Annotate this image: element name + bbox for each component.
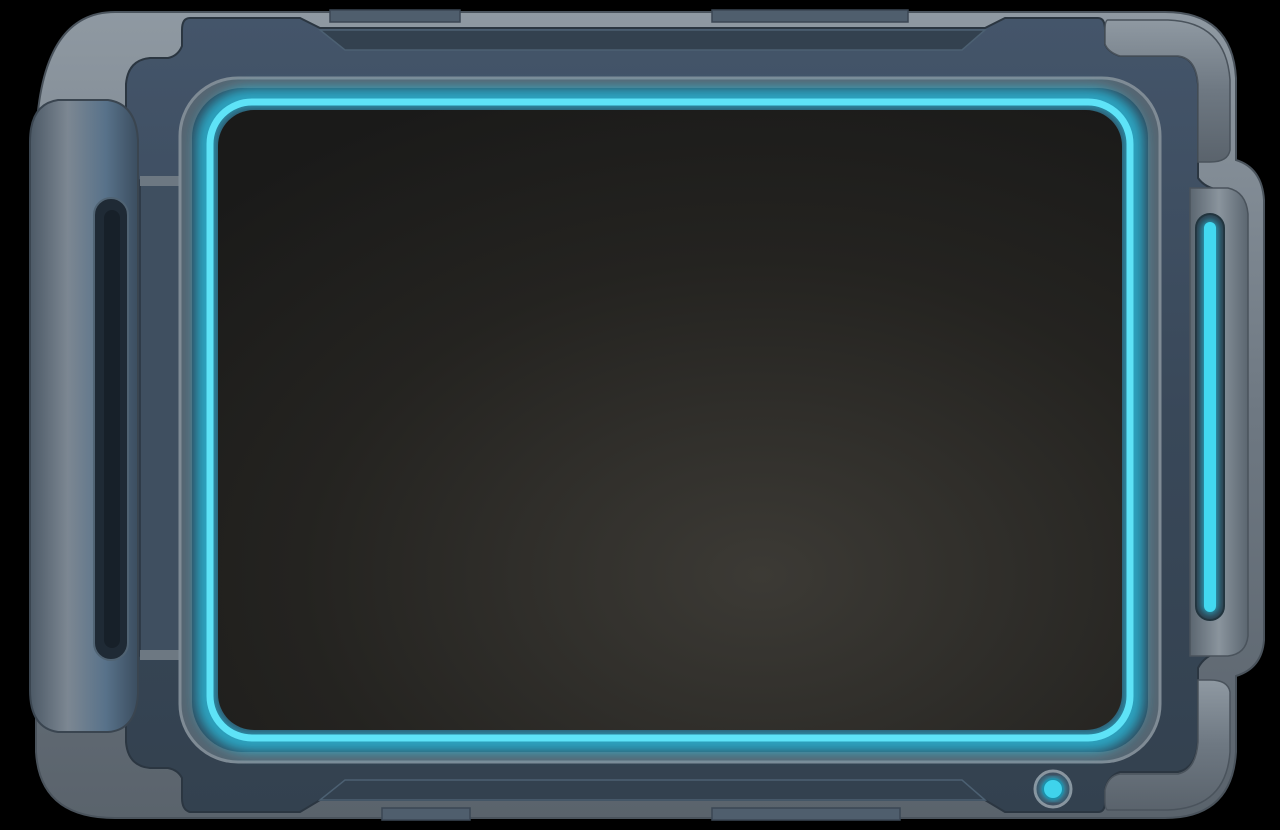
- light-bar-icon: [1204, 222, 1216, 612]
- top-recess: [317, 29, 988, 51]
- screen-surface: [218, 110, 1122, 730]
- bottom-recess: [317, 779, 988, 801]
- circle-button-icon[interactable]: [1042, 778, 1064, 800]
- top-tab-left: [329, 9, 461, 23]
- handle-slot-inner: [104, 210, 120, 648]
- bottom-tab-right: [711, 807, 901, 821]
- top-tab-right: [711, 9, 909, 23]
- hud-frame-panel: [29, 9, 1265, 821]
- bottom-tab-left: [381, 807, 471, 821]
